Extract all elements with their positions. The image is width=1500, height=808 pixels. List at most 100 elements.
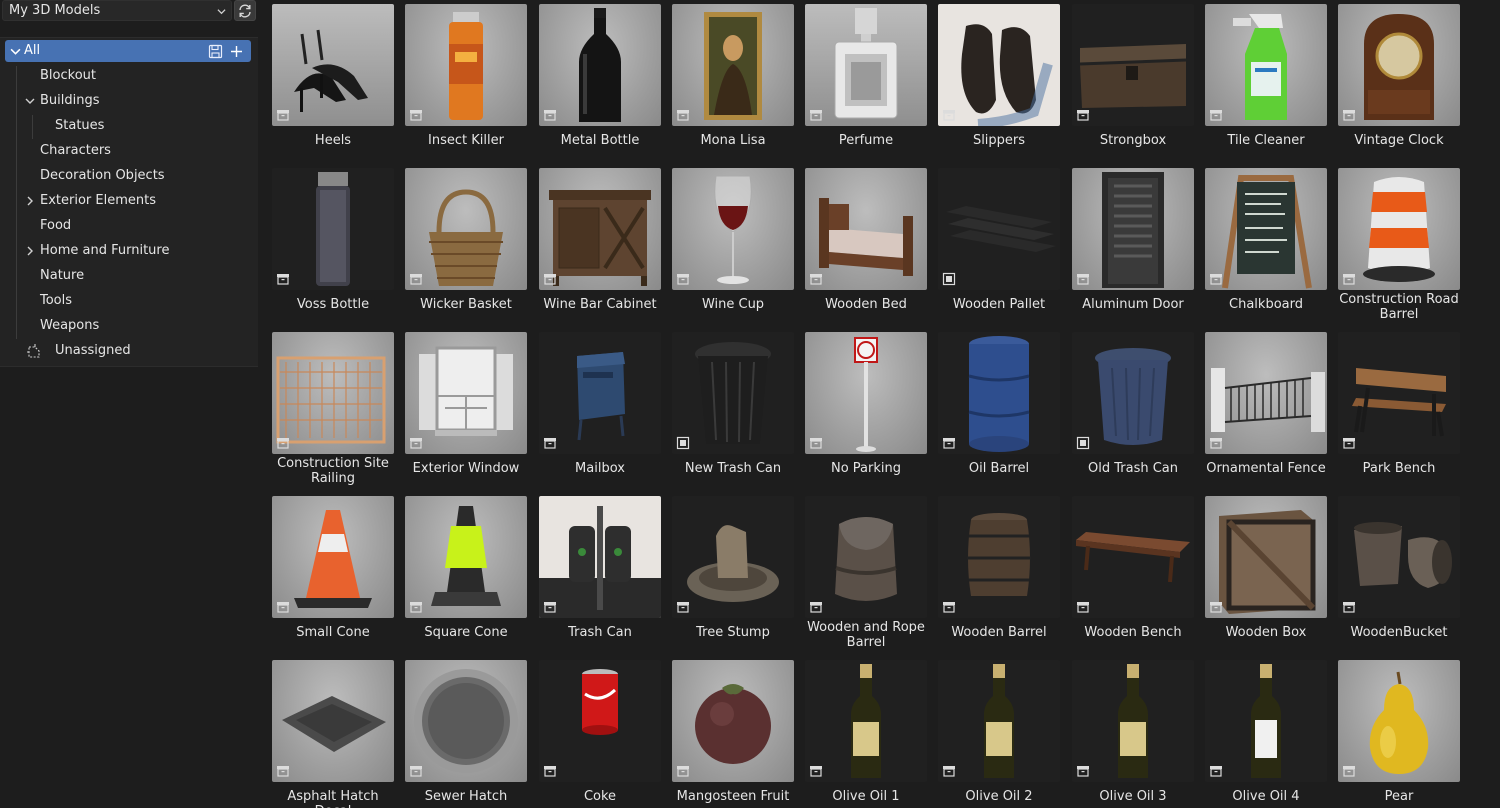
asset-card-voss-bottle[interactable]: Voss Bottle [266, 164, 394, 324]
asset-thumbnail[interactable] [938, 496, 1060, 618]
asset-card-woodenbucket[interactable]: WoodenBucket [1332, 492, 1460, 652]
asset-thumbnail[interactable] [1338, 660, 1460, 782]
asset-card-park-bench[interactable]: Park Bench [1332, 328, 1460, 488]
asset-card-wine-bar-cabinet[interactable]: Wine Bar Cabinet [533, 164, 661, 324]
catalog-item-exterior-elements[interactable]: Exterior Elements [27, 190, 156, 212]
asset-card-trash-can[interactable]: Trash Can [533, 492, 661, 652]
asset-thumbnail[interactable] [805, 496, 927, 618]
asset-thumbnail[interactable] [272, 496, 394, 618]
asset-thumbnail[interactable] [1338, 332, 1460, 454]
refresh-library-button[interactable] [234, 0, 256, 21]
catalog-item-home-and-furniture[interactable]: Home and Furniture [27, 240, 169, 262]
asset-thumbnail[interactable] [539, 660, 661, 782]
asset-card-wooden-box[interactable]: Wooden Box [1199, 492, 1327, 652]
asset-thumbnail[interactable] [672, 660, 794, 782]
asset-card-ornamental-fence[interactable]: Ornamental Fence [1199, 328, 1327, 488]
asset-thumbnail[interactable] [1072, 496, 1194, 618]
asset-card-construction-site-railing[interactable]: Construction Site Railing [266, 328, 394, 488]
catalog-item-buildings[interactable]: Buildings [25, 90, 100, 112]
asset-card-vintage-clock[interactable]: Vintage Clock [1332, 0, 1460, 160]
asset-card-new-trash-can[interactable]: New Trash Can [666, 328, 794, 488]
asset-thumbnail[interactable] [1205, 332, 1327, 454]
asset-thumbnail[interactable] [805, 4, 927, 126]
asset-thumbnail[interactable] [1072, 4, 1194, 126]
asset-card-aluminum-door[interactable]: Aluminum Door [1066, 164, 1194, 324]
asset-card-chalkboard[interactable]: Chalkboard [1199, 164, 1327, 324]
asset-card-mangosteen-fruit[interactable]: Mangosteen Fruit [666, 656, 794, 808]
asset-thumbnail[interactable] [1072, 660, 1194, 782]
asset-card-oil-barrel[interactable]: Oil Barrel [932, 328, 1060, 488]
asset-thumbnail[interactable] [272, 168, 394, 290]
asset-thumbnail[interactable] [1072, 168, 1194, 290]
asset-thumbnail[interactable] [938, 660, 1060, 782]
asset-card-wine-cup[interactable]: Wine Cup [666, 164, 794, 324]
asset-card-strongbox[interactable]: Strongbox [1066, 0, 1194, 160]
asset-card-perfume[interactable]: Perfume [799, 0, 927, 160]
asset-card-insect-killer[interactable]: Insect Killer [399, 0, 527, 160]
asset-thumbnail[interactable] [938, 4, 1060, 126]
catalog-item-all[interactable]: All [5, 40, 251, 62]
asset-thumbnail[interactable] [272, 332, 394, 454]
asset-card-no-parking[interactable]: No Parking [799, 328, 927, 488]
asset-thumbnail[interactable] [1338, 168, 1460, 290]
asset-thumbnail[interactable] [405, 4, 527, 126]
library-selector[interactable]: My 3D Models [2, 0, 232, 21]
asset-thumbnail[interactable] [405, 168, 527, 290]
asset-card-tree-stump[interactable]: Tree Stump [666, 492, 794, 652]
catalog-item-weapons[interactable]: Weapons [40, 315, 99, 337]
asset-thumbnail[interactable] [805, 168, 927, 290]
catalog-item-food[interactable]: Food [40, 215, 71, 237]
asset-thumbnail[interactable] [405, 332, 527, 454]
asset-card-heels[interactable]: Heels [266, 0, 394, 160]
catalog-item-statues[interactable]: Statues [55, 115, 104, 137]
asset-card-wooden-barrel[interactable]: Wooden Barrel [932, 492, 1060, 652]
chevron-down-icon[interactable] [25, 96, 35, 106]
asset-thumbnail[interactable] [672, 168, 794, 290]
asset-thumbnail[interactable] [1205, 660, 1327, 782]
asset-card-olive-oil-4[interactable]: Olive Oil 4 [1199, 656, 1327, 808]
asset-thumbnail[interactable] [539, 332, 661, 454]
asset-card-square-cone[interactable]: Square Cone [399, 492, 527, 652]
asset-thumbnail[interactable] [805, 660, 927, 782]
asset-thumbnail[interactable] [405, 496, 527, 618]
save-catalogs-icon[interactable] [208, 44, 223, 59]
asset-thumbnail[interactable] [272, 660, 394, 782]
asset-card-mailbox[interactable]: Mailbox [533, 328, 661, 488]
asset-card-wooden-and-rope-barrel[interactable]: Wooden and Rope Barrel [799, 492, 927, 652]
catalog-item-blockout[interactable]: Blockout [40, 65, 96, 87]
asset-thumbnail[interactable] [938, 168, 1060, 290]
asset-thumbnail[interactable] [672, 496, 794, 618]
asset-card-olive-oil-3[interactable]: Olive Oil 3 [1066, 656, 1194, 808]
asset-thumbnail[interactable] [1338, 4, 1460, 126]
asset-card-wooden-bed[interactable]: Wooden Bed [799, 164, 927, 324]
asset-thumbnail[interactable] [539, 168, 661, 290]
asset-card-wooden-bench[interactable]: Wooden Bench [1066, 492, 1194, 652]
asset-card-metal-bottle[interactable]: Metal Bottle [533, 0, 661, 160]
asset-card-wicker-basket[interactable]: Wicker Basket [399, 164, 527, 324]
asset-card-sewer-hatch[interactable]: Sewer Hatch [399, 656, 527, 808]
asset-thumbnail[interactable] [672, 4, 794, 126]
asset-thumbnail[interactable] [405, 660, 527, 782]
asset-card-mona-lisa[interactable]: Mona Lisa [666, 0, 794, 160]
asset-thumbnail[interactable] [672, 332, 794, 454]
asset-card-olive-oil-2[interactable]: Olive Oil 2 [932, 656, 1060, 808]
asset-thumbnail[interactable] [539, 496, 661, 618]
asset-card-asphalt-hatch-decal[interactable]: Asphalt Hatch Decal [266, 656, 394, 808]
asset-thumbnail[interactable] [272, 4, 394, 126]
asset-card-slippers[interactable]: Slippers [932, 0, 1060, 160]
asset-card-olive-oil-1[interactable]: Olive Oil 1 [799, 656, 927, 808]
asset-thumbnail[interactable] [1338, 496, 1460, 618]
asset-thumbnail[interactable] [805, 332, 927, 454]
catalog-item-decoration-objects[interactable]: Decoration Objects [40, 165, 165, 187]
chevron-right-icon[interactable] [25, 246, 35, 256]
asset-card-pear[interactable]: Pear [1332, 656, 1460, 808]
asset-thumbnail[interactable] [1205, 496, 1327, 618]
asset-thumbnail[interactable] [1205, 4, 1327, 126]
asset-card-exterior-window[interactable]: Exterior Window [399, 328, 527, 488]
asset-thumbnail[interactable] [539, 4, 661, 126]
catalog-item-characters[interactable]: Characters [40, 140, 111, 162]
catalog-item-tools[interactable]: Tools [40, 290, 72, 312]
chevron-right-icon[interactable] [25, 196, 35, 206]
asset-card-small-cone[interactable]: Small Cone [266, 492, 394, 652]
asset-card-wooden-pallet[interactable]: Wooden Pallet [932, 164, 1060, 324]
